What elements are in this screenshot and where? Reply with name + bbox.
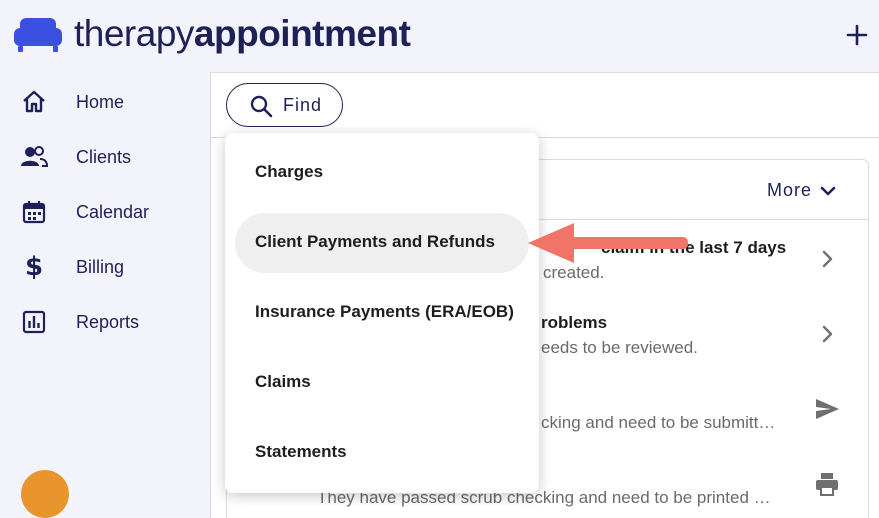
users-icon <box>20 143 48 171</box>
chevron-down-icon <box>820 186 836 195</box>
printer-icon[interactable] <box>813 470 841 498</box>
sidebar-item-label: Reports <box>76 311 140 332</box>
search-icon <box>250 95 273 118</box>
row-desc: cking and need to be submitt… <box>541 413 776 432</box>
sidebar-item-label: Billing <box>76 256 125 277</box>
row-title: roblems <box>541 313 608 332</box>
brand-logo[interactable]: therapyappointment <box>12 13 411 54</box>
sidebar-item-billing[interactable]: $ Billing <box>0 245 210 289</box>
sidebar-item-label: Home <box>76 91 125 112</box>
chevron-right-icon[interactable] <box>813 320 841 348</box>
find-label: Find <box>283 95 323 115</box>
menu-item-label: Insurance Payments (ERA/EOB) <box>255 302 514 321</box>
menu-item-label: Charges <box>255 162 324 181</box>
menu-item-label: Statements <box>255 442 347 461</box>
brand-name: therapyappointment <box>74 13 411 54</box>
bar-chart-icon <box>20 308 48 336</box>
sidebar-item-calendar[interactable]: Calendar <box>0 190 210 234</box>
sidebar-item-label: Calendar <box>76 201 150 222</box>
menu-item-statements[interactable]: Statements <box>235 423 529 483</box>
menu-item-client-payments[interactable]: Client Payments and Refunds <box>235 213 529 273</box>
menu-item-insurance-payments[interactable]: Insurance Payments (ERA/EOB) <box>235 283 529 343</box>
more-button[interactable]: More <box>767 180 838 201</box>
find-dropdown-menu: Charges Client Payments and Refunds Insu… <box>225 133 539 493</box>
sofa-icon <box>14 18 62 52</box>
plus-icon[interactable] <box>844 22 870 48</box>
more-label: More <box>766 180 812 200</box>
home-icon <box>20 88 48 116</box>
menu-item-charges[interactable]: Charges <box>235 143 529 203</box>
annotation-arrow-icon <box>528 223 688 263</box>
sidebar-item-reports[interactable]: Reports <box>0 300 210 344</box>
dollar-icon: $ <box>24 252 44 282</box>
row-desc: eeds to be reviewed. <box>541 338 698 357</box>
sidebar-item-label: Clients <box>76 146 132 167</box>
find-button[interactable]: Find <box>226 83 343 127</box>
sidebar-item-clients[interactable]: Clients <box>0 135 210 179</box>
menu-item-label: Client Payments and Refunds <box>255 232 495 251</box>
send-icon[interactable] <box>813 395 841 423</box>
sidebar-item-home[interactable]: Home <box>0 80 210 124</box>
brand-name-bold: appointment <box>193 13 411 54</box>
chevron-right-icon[interactable] <box>813 245 841 273</box>
calendar-icon <box>20 198 48 226</box>
avatar <box>21 470 69 518</box>
menu-item-label: Claims <box>255 372 311 391</box>
menu-item-claims[interactable]: Claims <box>235 353 529 413</box>
brand-name-light: therapy <box>74 13 194 54</box>
find-bar: Find <box>211 73 879 138</box>
